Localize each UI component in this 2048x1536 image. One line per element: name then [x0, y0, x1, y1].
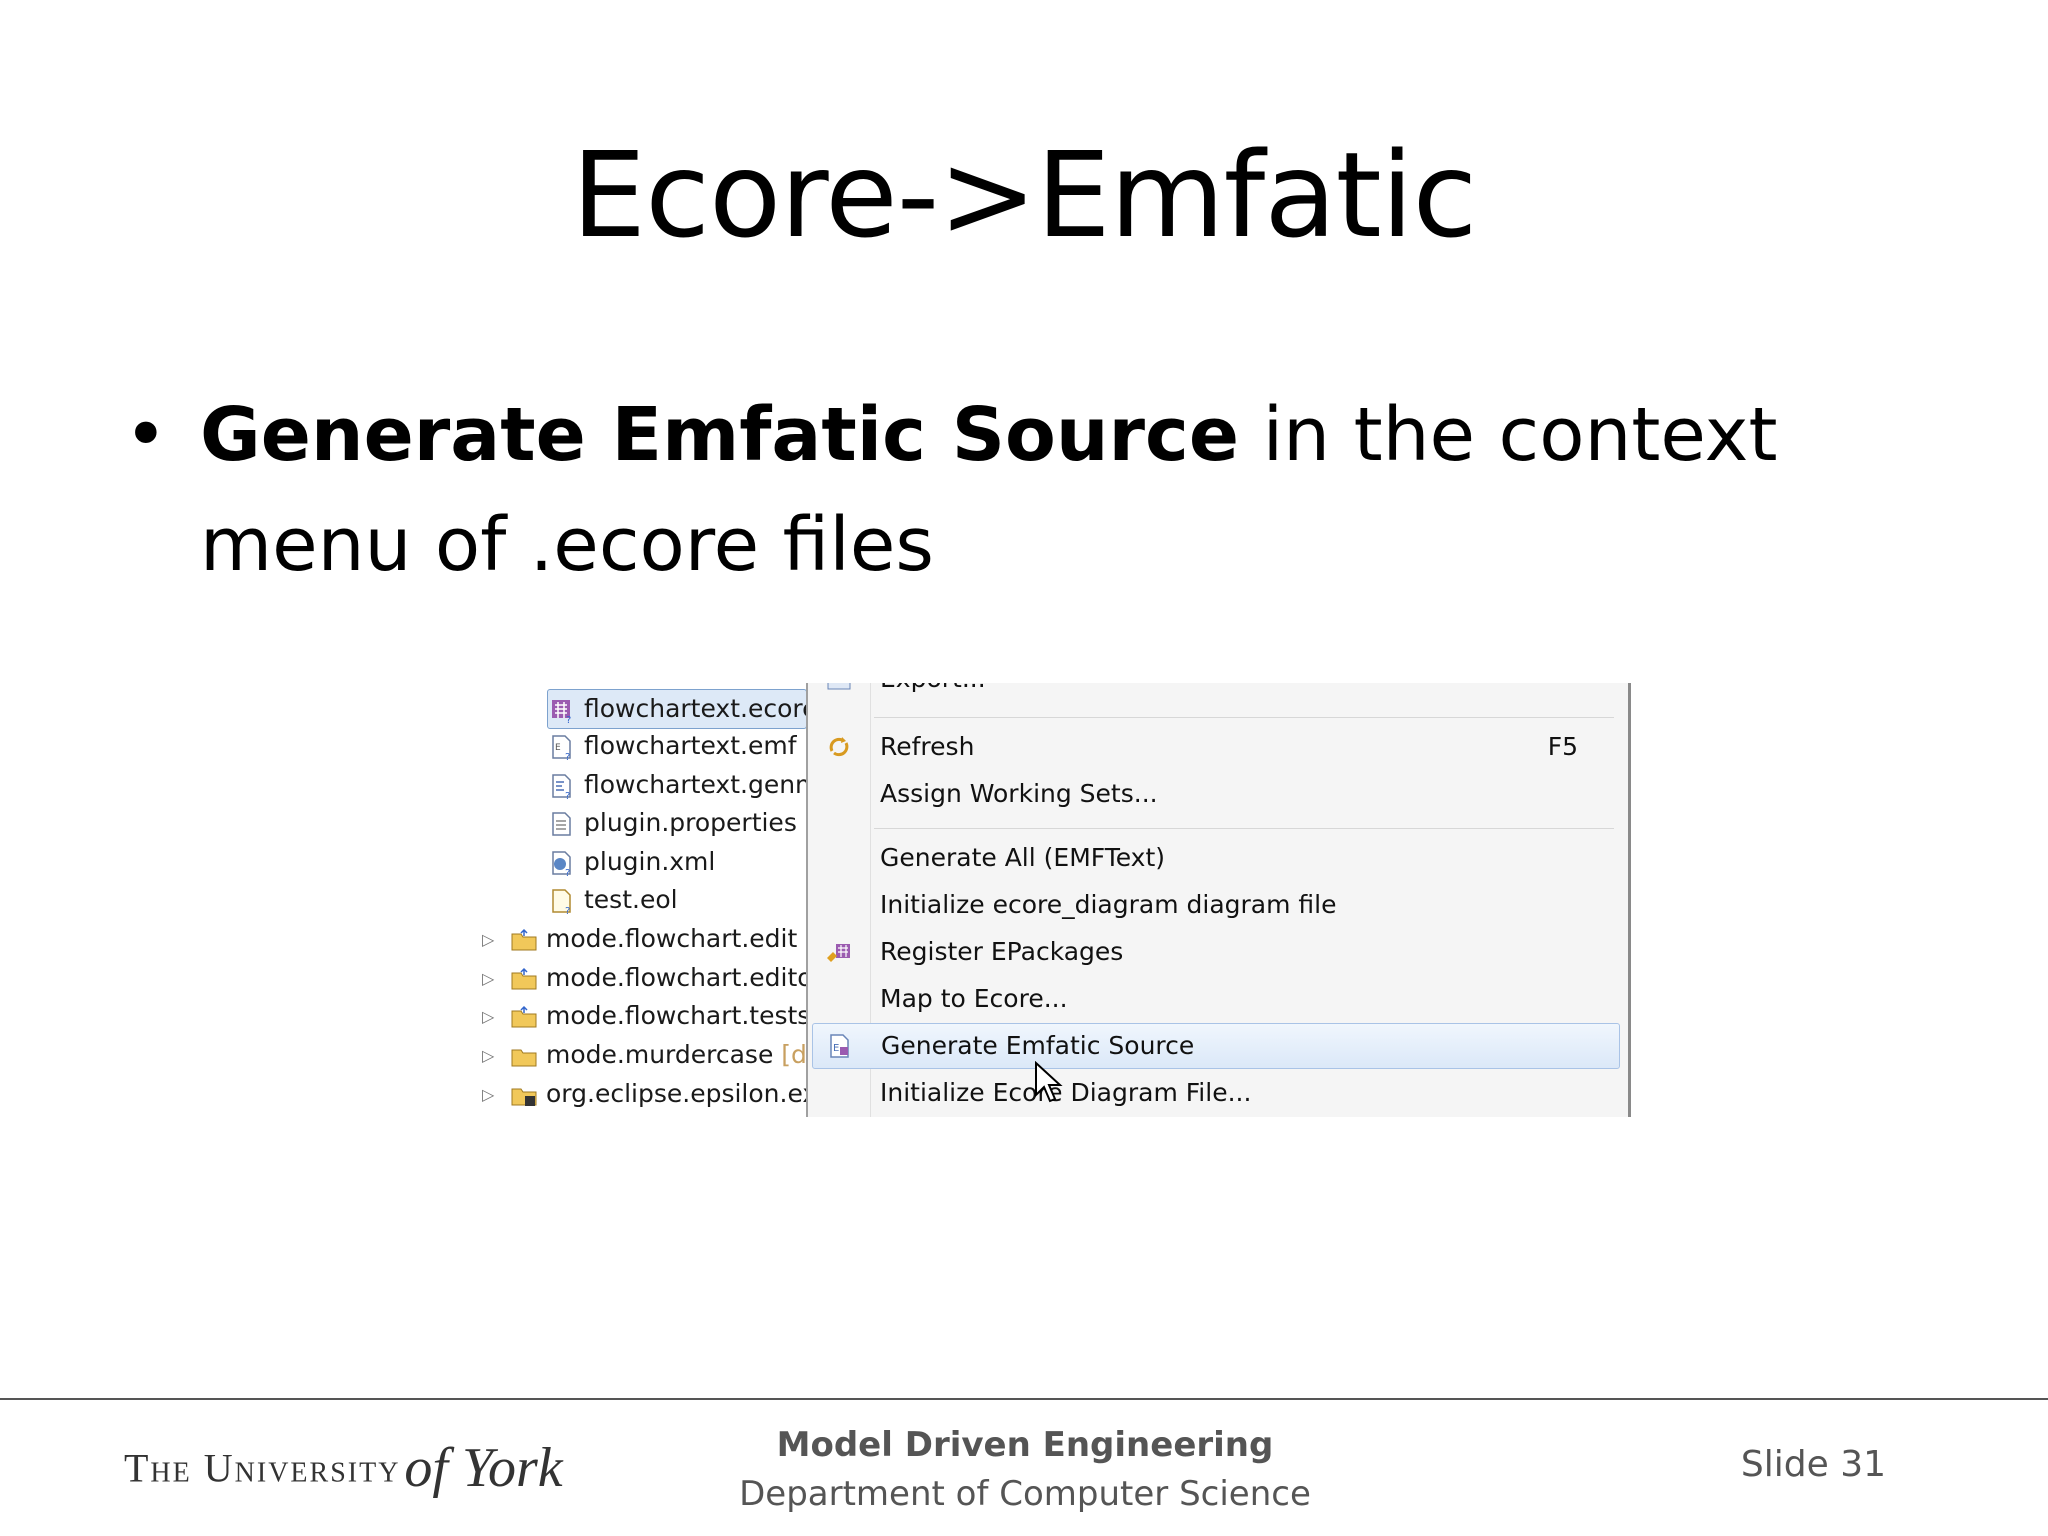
emfatic-file-icon: E [830, 1034, 849, 1058]
slide-title: Ecore->Emfatic [571, 126, 1478, 264]
project-folder-icon [511, 967, 537, 990]
expand-arrow-icon[interactable]: ▷ [482, 1037, 500, 1074]
tree-item-flowchartext-genmodel[interactable]: ? flowchartext.genm [548, 766, 819, 804]
menu-item-export[interactable]: Export... [812, 683, 1618, 701]
menu-item-map-to-ecore[interactable]: Map to Ecore... [812, 977, 1618, 1021]
bullet-text: Generate Emfatic Source in the context m… [200, 380, 1964, 600]
expand-arrow-icon[interactable]: ▷ [482, 1076, 500, 1113]
department-name: Department of Computer Science [739, 1474, 1311, 1514]
bullet-marker: • [124, 392, 168, 478]
emf-file-icon: E? [552, 735, 571, 761]
genmodel-file-icon: ? [552, 774, 571, 800]
logo-script-text: of York [404, 1437, 563, 1499]
tree-item-mode-flowchart-edit[interactable]: ▷ mode.flowchart.edit [482, 920, 797, 958]
refresh-shortcut: F5 [1547, 732, 1578, 761]
slide-number: Slide 31 [1740, 1444, 1886, 1485]
menu-item-initialize-ecore-diagram-file-dialog[interactable]: Initialize Ecore Diagram File... [812, 1071, 1618, 1115]
register-epackages-icon [827, 944, 850, 962]
svg-text:?: ? [565, 906, 570, 915]
bullet-bold-text: Generate Emfatic Source [200, 392, 1240, 478]
svg-text:?: ? [566, 715, 571, 724]
expand-arrow-icon[interactable]: ▷ [482, 921, 500, 958]
menu-separator [874, 828, 1614, 829]
context-menu-screenshot: ? flowchartext.ecore E? flowchartext.emf ?… [470, 683, 1650, 1117]
menu-item-initialize-ecore-diagram-file[interactable]: Initialize ecore_diagram diagram file [812, 883, 1618, 927]
svg-text:E: E [833, 1043, 839, 1054]
course-name: Model Driven Engineering [776, 1425, 1274, 1465]
menu-separator [874, 717, 1614, 718]
refresh-icon [829, 737, 849, 757]
footer-divider [0, 1398, 2048, 1400]
tree-item-flowchartext-emf[interactable]: E? flowchartext.emf [548, 727, 797, 765]
menu-item-generate-all-emftext[interactable]: Generate All (EMFText) [812, 836, 1618, 880]
tree-item-test-eol[interactable]: ? test.eol [548, 881, 678, 919]
export-icon [827, 683, 851, 690]
logo-caps-text: The University [124, 1445, 401, 1491]
project-folder-icon [511, 928, 537, 951]
tree-item-flowchartext-ecore[interactable]: ? flowchartext.ecore [547, 689, 807, 729]
expand-arrow-icon[interactable]: ▷ [482, 998, 500, 1035]
tree-item-mode-flowchart-editor[interactable]: ▷ mode.flowchart.editor [482, 959, 823, 997]
svg-text:?: ? [565, 791, 570, 800]
menu-item-generate-emfatic-source[interactable]: E Generate Emfatic Source [812, 1023, 1620, 1069]
mouse-cursor-icon [1035, 1061, 1063, 1103]
properties-file-icon [552, 812, 571, 836]
ecore-file-icon: ? [552, 700, 571, 724]
menu-item-register-epackages[interactable]: Register EPackages [812, 930, 1618, 974]
footer-course-info: Model Driven Engineering Department of C… [700, 1420, 1350, 1518]
eol-file-icon: ? [552, 889, 571, 915]
tree-item-plugin-xml[interactable]: ? plugin.xml [548, 843, 715, 881]
expand-arrow-icon[interactable]: ▷ [482, 960, 500, 997]
bullet-point: • Generate Emfatic Source in the context… [124, 380, 1964, 600]
project-folder-icon [511, 1049, 537, 1067]
svg-text:E: E [555, 743, 561, 753]
tree-item-org-eclipse-epsilon[interactable]: ▷ org.eclipse.epsilon.exa [482, 1075, 833, 1113]
project-folder-icon [511, 1088, 537, 1106]
tree-item-plugin-properties[interactable]: plugin.properties [548, 804, 797, 842]
svg-text:?: ? [565, 868, 570, 877]
tree-item-mode-murdercase[interactable]: ▷ mode.murdercase [dir [482, 1036, 824, 1074]
tree-item-mode-flowchart-tests[interactable]: ▷ mode.flowchart.tests [482, 997, 810, 1035]
svg-text:?: ? [565, 752, 570, 761]
project-folder-icon [511, 1005, 537, 1028]
plugin-xml-icon: ? [552, 851, 571, 877]
university-of-york-logo: The University of York [124, 1436, 624, 1506]
context-menu: Export... Refresh F5 Assign Working Sets… [806, 683, 1631, 1117]
menu-item-assign-working-sets[interactable]: Assign Working Sets... [812, 772, 1618, 816]
menu-item-refresh[interactable]: Refresh F5 [812, 725, 1618, 769]
project-explorer-tree: ? flowchartext.ecore E? flowchartext.emf ?… [470, 683, 833, 1117]
